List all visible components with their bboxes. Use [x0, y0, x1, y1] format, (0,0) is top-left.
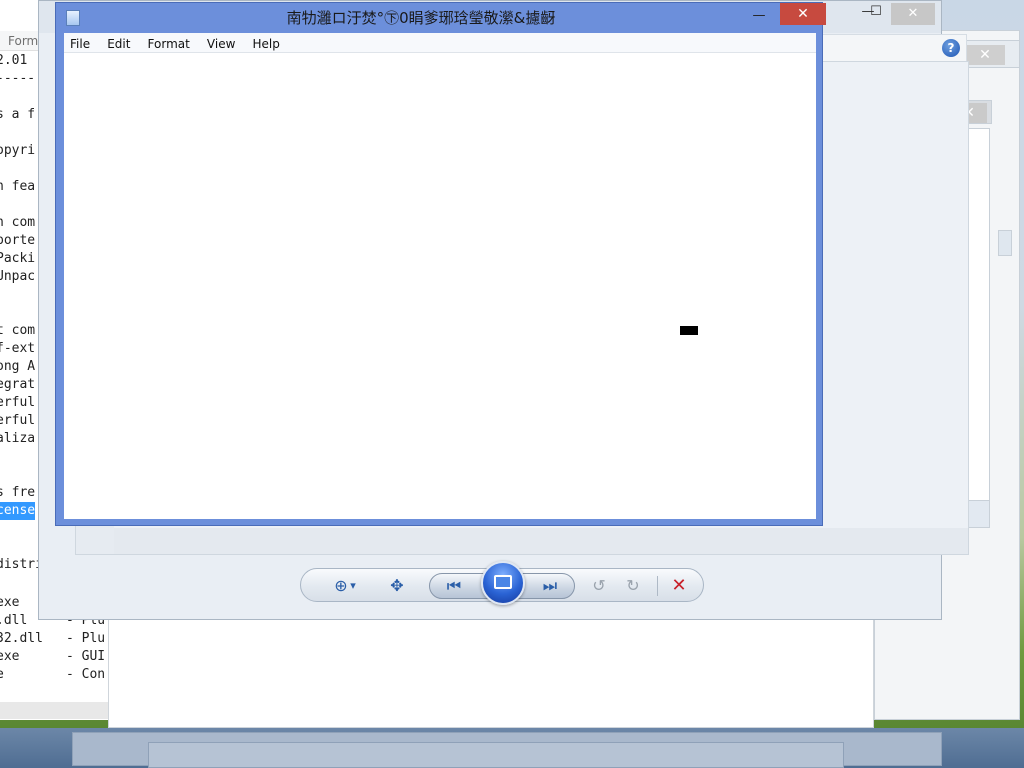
help-icon[interactable]: ?: [942, 39, 960, 57]
actual-size-icon[interactable]: ✥: [385, 575, 409, 597]
minimize-button[interactable]: —: [742, 5, 776, 27]
slideshow-button[interactable]: [481, 561, 525, 605]
delete-icon[interactable]: ✕: [667, 575, 691, 597]
scrollbar-thumb[interactable]: [998, 230, 1012, 256]
notepad-titlebar[interactable]: 南牞灉ロ汙焚°㊦0睊爹琊琀瑩敬瀠&攄齖 — ☐ ✕: [56, 3, 826, 33]
file-list-row: 32.dll - Plu: [0, 631, 106, 646]
menu-file[interactable]: File: [64, 34, 96, 54]
file-list-row: exe- GUI: [0, 649, 106, 664]
file-list-row: e- Con: [0, 667, 106, 682]
rotate-counterclockwise-icon[interactable]: ↺: [587, 575, 611, 597]
slideshow-icon: [494, 575, 512, 589]
next-icon[interactable]: ⏭: [538, 575, 562, 597]
menu-help[interactable]: Help: [247, 34, 286, 54]
rotate-clockwise-icon[interactable]: ↻: [621, 575, 645, 597]
background-window-lower: [108, 616, 874, 728]
menu-bar: File Edit Format View Help: [64, 33, 816, 53]
close-icon[interactable]: ✕: [965, 45, 1005, 65]
chevron-down-icon[interactable]: ▾: [347, 575, 359, 597]
notepad-window: 南牞灉ロ汙焚°㊦0睊爹琊琀瑩敬瀠&攄齖 — ☐ ✕ File Edit Form…: [55, 2, 826, 526]
previous-icon[interactable]: ⏮: [442, 575, 466, 597]
photo-viewer-control-bar: ⊕ ▾ ✥ ⏮ ⏭ ↺ ↻ ✕: [300, 561, 704, 605]
toolbar-divider: [657, 576, 658, 596]
horizontal-scrollbar[interactable]: [0, 702, 110, 719]
menu-view[interactable]: View: [201, 34, 241, 54]
photo-viewer-info-strip: [114, 528, 968, 554]
text-editor-area[interactable]: [64, 53, 816, 519]
menu-edit[interactable]: Edit: [101, 34, 136, 54]
menu-format[interactable]: Format: [142, 34, 196, 54]
close-button[interactable]: ✕: [780, 3, 826, 25]
text-cursor: [680, 326, 698, 335]
taskbar-window-ghost: [148, 742, 844, 768]
